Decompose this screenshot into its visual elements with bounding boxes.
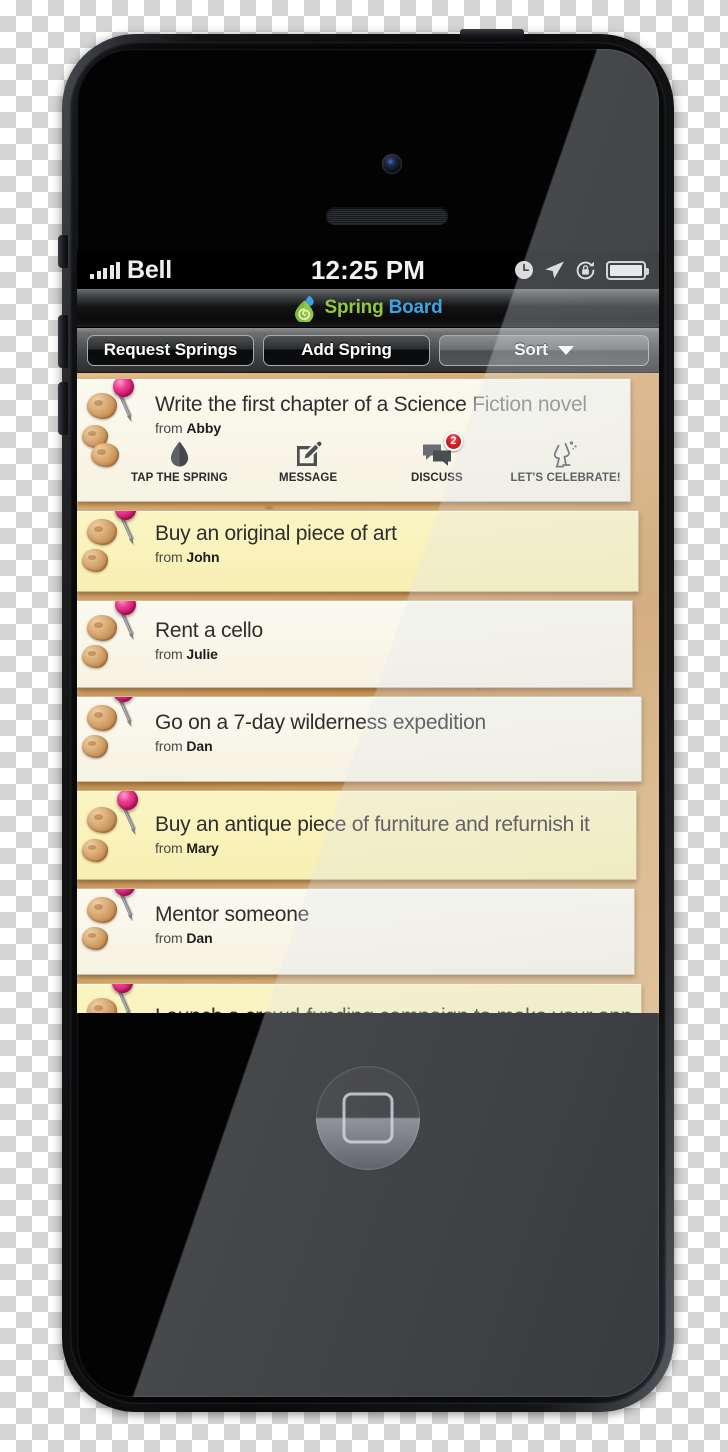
spring-card-author: from Mary [155,840,636,856]
spring-card[interactable]: Go on a 7-day wilderness expedition from… [77,696,642,782]
brand-word-spring: Spring [324,297,384,318]
author-name: Dan [186,737,213,754]
battery-icon [606,260,649,280]
lets-celebrate-label: LET'S CELEBRATE! [510,471,621,484]
app-brand-bar: Spring Board [77,289,659,328]
spring-card-body: Launch a crowd-funding campaign to make … [77,984,641,1013]
discuss-label: DISCUSS [410,471,463,484]
spring-card[interactable]: Rent a cello from Julie [77,600,633,688]
from-prefix: from [155,548,183,565]
author-name: Abby [186,419,222,436]
earpiece-speaker [326,207,448,224]
tap-the-spring-action[interactable]: TAP THE SPRING [115,438,244,484]
sort-button[interactable]: Sort [439,334,649,366]
spring-card[interactable]: Buy an original piece of art from John [77,510,639,592]
from-prefix: from [155,737,183,754]
spring-card[interactable]: Launch a crowd-funding campaign to make … [77,983,642,1013]
spring-card[interactable]: Buy an antique piece of furniture and re… [77,790,637,880]
author-name: Julie [186,645,218,662]
spring-card[interactable]: Write the first chapter of a Science Fic… [77,378,631,502]
spring-card-author: from John [155,549,638,565]
sort-label: Sort [514,340,548,359]
volume-up-button[interactable] [58,315,68,368]
add-spring-label: Add Spring [301,340,392,359]
chat-bubbles-icon: 2 [422,431,463,468]
author-name: Dan [186,929,213,946]
champagne-flutes-icon [551,438,581,468]
from-prefix: from [155,419,183,436]
spring-card-title: Mentor someone [155,903,310,926]
phone-screen: Bell 12:25 PM Spring Board Request Sprin… [77,251,659,1013]
spring-card-title: Rent a cello [155,619,263,642]
app-brand-name: Spring Board [325,297,443,319]
request-springs-label: Request Springs [103,340,238,359]
spring-actions-row: TAP THE SPRING MESSAGE 2 DISCUSS LET'S C… [77,431,630,484]
power-button[interactable] [460,29,524,40]
spring-card-title: Buy an original piece of art [155,522,397,545]
request-springs-button[interactable]: Request Springs [87,334,254,366]
status-bar-right [514,260,649,281]
phone-device: Bell 12:25 PM Spring Board Request Sprin… [58,29,674,1412]
spring-card-author: from Julie [155,646,632,662]
alarm-clock-icon [515,261,533,279]
cork-board-list[interactable]: Write the first chapter of a Science Fic… [77,373,659,1013]
chevron-down-icon [557,345,574,355]
home-button-glyph [342,1092,394,1144]
spring-card-body: Write the first chapter of a Science Fic… [77,379,630,436]
droplet-icon [170,438,189,468]
front-camera-icon [382,154,402,174]
spring-card-title: Launch a crowd-funding campaign to make … [155,1005,641,1013]
spring-card-body: Buy an antique piece of furniture and re… [77,791,636,856]
compose-pencil-icon [295,438,322,468]
lets-celebrate-action[interactable]: LET'S CELEBRATE! [501,438,630,484]
spring-card-title: Write the first chapter of a Science Fic… [155,393,630,417]
spring-card-body: Rent a cello from Julie [77,601,632,662]
phone-bezel: Bell 12:25 PM Spring Board Request Sprin… [77,49,659,1397]
spring-title-text: Write the first chapter of a Science [155,393,467,416]
discuss-action[interactable]: 2 DISCUSS [373,431,502,484]
mute-switch-button[interactable] [58,235,68,268]
add-spring-button[interactable]: Add Spring [263,334,430,366]
spring-card-author: from Dan [155,930,634,946]
discuss-badge: 2 [443,431,463,451]
status-bar: Bell 12:25 PM [77,251,659,289]
spring-card-body: Buy an original piece of art from John [77,511,638,565]
tap-the-spring-label: TAP THE SPRING [130,471,228,484]
location-arrow-icon [545,261,564,279]
from-prefix: from [155,645,183,662]
rotation-lock-icon [576,261,595,279]
message-label: MESSAGE [279,471,338,484]
spring-card[interactable]: Mentor someone from Dan [77,888,635,975]
app-toolbar: Request Springs Add Spring Sort [77,328,659,373]
spring-card-title: Buy an antique piece of furniture and re… [155,813,590,836]
spring-card-author: from Dan [155,738,641,754]
brand-word-board: Board [388,297,443,318]
spring-title-dim-text: Fiction novel [472,393,587,416]
from-prefix: from [155,839,183,856]
spring-card-author: from Abby [155,420,630,436]
author-name: John [186,548,220,565]
home-button[interactable] [316,1066,420,1170]
message-action[interactable]: MESSAGE [244,438,373,484]
volume-down-button[interactable] [58,382,68,435]
spring-card-body: Go on a 7-day wilderness expedition from… [77,697,641,754]
spring-board-logo-icon [294,295,314,322]
spring-card-body: Mentor someone from Dan [77,889,634,946]
author-name: Mary [186,839,219,856]
from-prefix: from [155,929,183,946]
spring-card-title: Go on a 7-day wilderness expedition [155,711,486,734]
